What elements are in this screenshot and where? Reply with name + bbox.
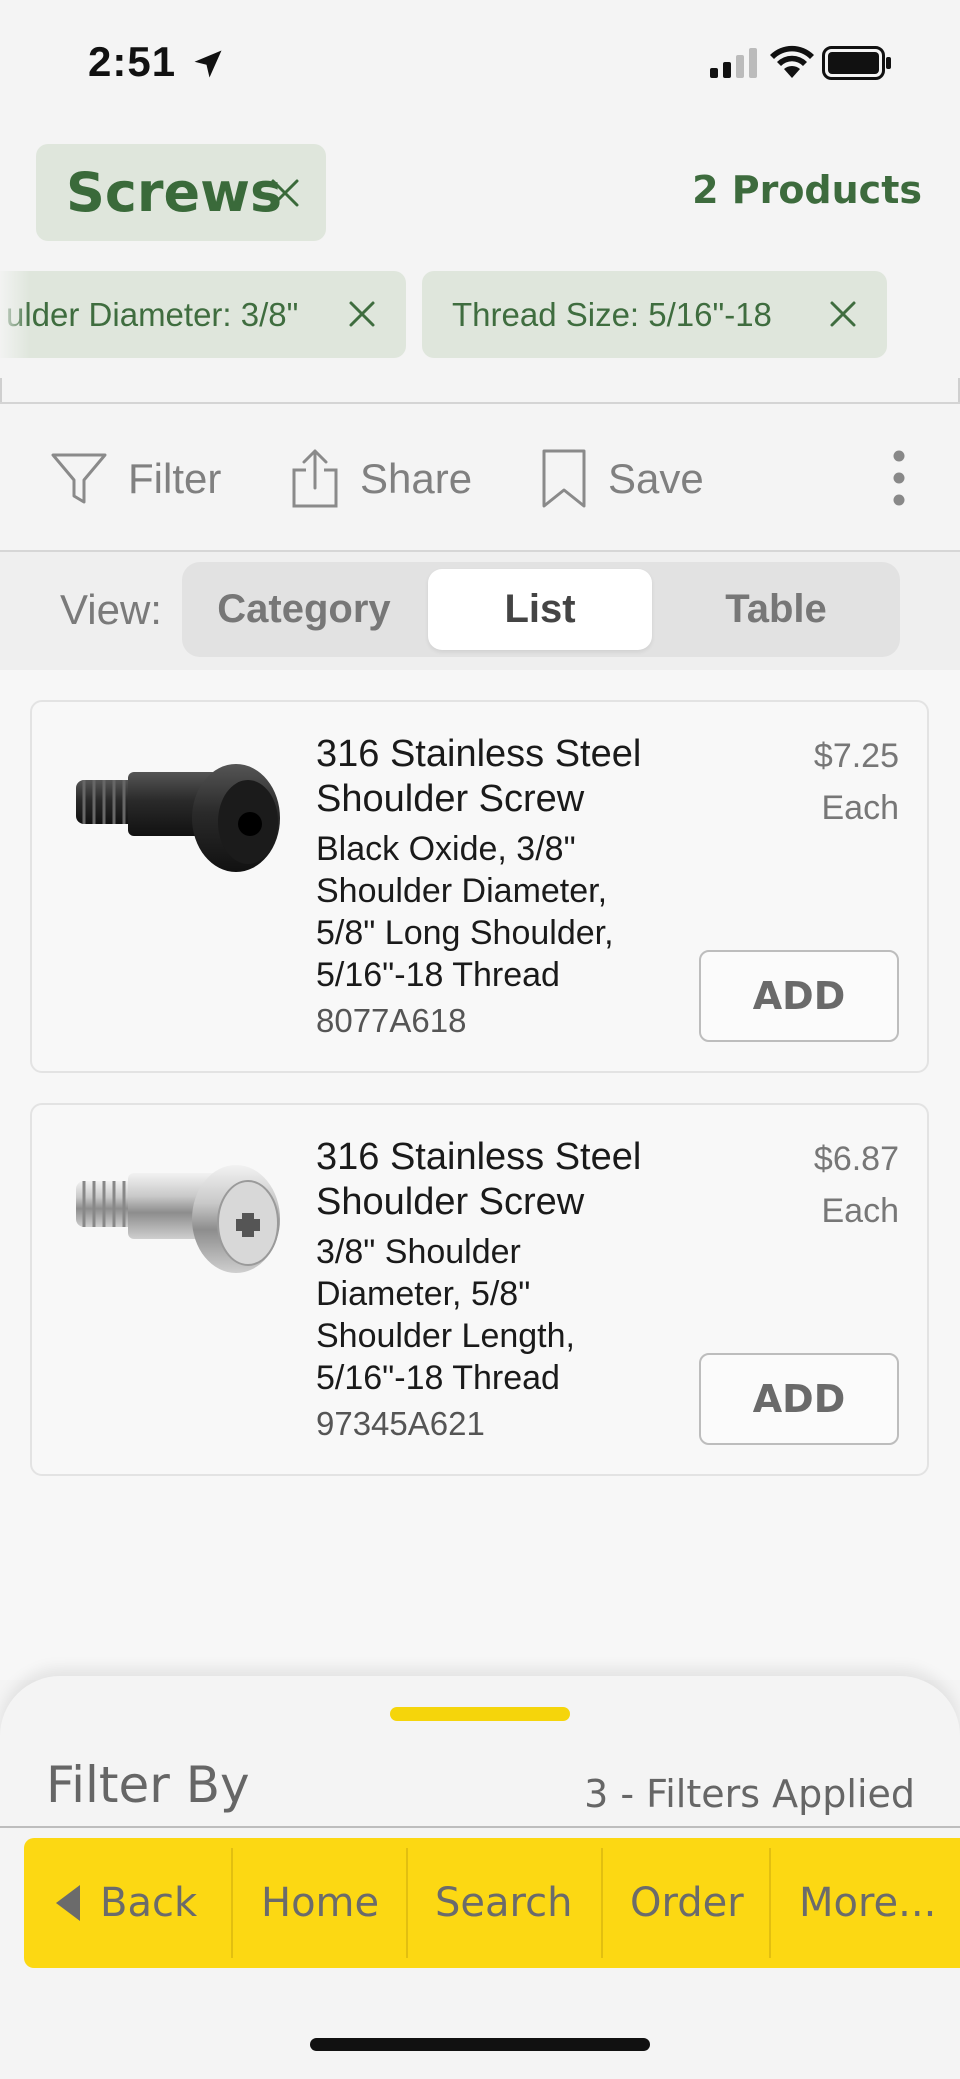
nav-separator [601,1848,603,1958]
view-switcher-row: View: Category List Table [0,552,960,670]
close-icon[interactable] [348,300,376,328]
filters-applied-count: 3 - Filters Applied [584,1772,915,1816]
save-button[interactable]: Save [540,444,704,514]
scroll-fade [0,271,30,358]
product-count: 2 Products [692,168,922,212]
filter-chip-label: ulder Diameter: 3/8" [6,295,299,333]
bottom-navbar: Back Home Search Order More... [24,1838,960,1968]
nav-order-button[interactable]: Order [630,1838,744,1968]
product-card[interactable]: 316 Stainless Steel Shoulder Screw Black… [30,700,929,1073]
filter-bottom-sheet[interactable]: Filter By 3 - Filters Applied [0,1676,960,1826]
filter-funnel-icon [51,453,107,504]
category-chip-screws[interactable]: Screws [36,144,326,241]
view-label: View: [60,586,162,633]
price-unit: Each [821,1192,900,1230]
price-unit: Each [821,789,900,827]
action-toolbar: Filter Share Save [0,404,960,550]
part-number: 97345A621 [316,1405,485,1442]
nav-search-button[interactable]: Search [435,1838,572,1968]
save-label: Save [608,455,704,502]
view-segmented-control: Category List Table [182,562,900,657]
filter-label: Filter [128,455,222,502]
filter-chip-label: Thread Size: 5/16"-18 [452,295,772,333]
sheet-drag-handle[interactable] [390,1707,570,1721]
price-value: $6.87 [813,1140,899,1178]
filter-chip-shoulder-diameter[interactable]: ulder Diameter: 3/8" [0,271,406,358]
product-image-steel-shoulder-screw [76,1165,280,1273]
nav-separator [231,1848,233,1958]
filter-chip-thread-size[interactable]: Thread Size: 5/16"-18 [422,271,887,358]
more-vertical-icon[interactable] [884,448,914,508]
status-bar: 2:51 [0,0,960,120]
product-description: Black Oxide, 3/8" Shoulder Diameter, 5/8… [316,830,614,994]
product-image-black-shoulder-screw [76,764,280,872]
nav-more-button[interactable]: More... [799,1838,936,1968]
nav-back-button[interactable]: Back [54,1838,197,1968]
product-title[interactable]: 316 Stainless Steel Shoulder Screw [316,732,676,822]
close-icon[interactable] [270,178,300,208]
category-chip-label: Screws [66,161,283,224]
view-option-table[interactable]: Table [664,569,888,650]
nav-separator [406,1848,408,1958]
product-title[interactable]: 316 Stainless Steel Shoulder Screw [316,1135,676,1225]
back-arrow-icon [56,1885,80,1921]
divider [0,1826,960,1828]
view-option-list[interactable]: List [428,569,652,650]
price-value: $7.25 [813,737,899,775]
location-arrow-icon [194,50,222,78]
filter-button[interactable]: Filter [50,444,221,514]
product-price: $7.25 Each [814,730,899,834]
product-description: 3/8" Shoulder Diameter, 5/8" Shoulder Le… [316,1233,575,1397]
product-card[interactable]: 316 Stainless Steel Shoulder Screw 3/8" … [30,1103,929,1476]
home-indicator[interactable] [310,2038,650,2051]
divider [0,378,2,404]
share-icon [292,449,338,508]
add-to-order-button[interactable]: ADD [699,950,899,1042]
add-to-order-button[interactable]: ADD [699,1353,899,1445]
status-time: 2:51 [88,38,177,85]
share-button[interactable]: Share [290,444,472,514]
close-icon[interactable] [829,300,857,328]
applied-filter-chips[interactable]: ulder Diameter: 3/8" Thread Size: 5/16"-… [0,271,960,358]
product-price: $6.87 Each [814,1133,899,1237]
part-number: 8077A618 [316,1002,467,1039]
cellular-signal-icon [710,48,757,78]
battery-icon [822,46,891,80]
view-option-category[interactable]: Category [192,569,416,650]
product-results: 316 Stainless Steel Shoulder Screw Black… [0,670,960,1680]
nav-separator [769,1848,771,1958]
bookmark-icon [542,449,586,508]
nav-home-button[interactable]: Home [261,1838,379,1968]
nav-back-label: Back [100,1880,198,1926]
wifi-icon [770,45,814,78]
sheet-title: Filter By [46,1756,250,1814]
share-label: Share [360,455,473,502]
